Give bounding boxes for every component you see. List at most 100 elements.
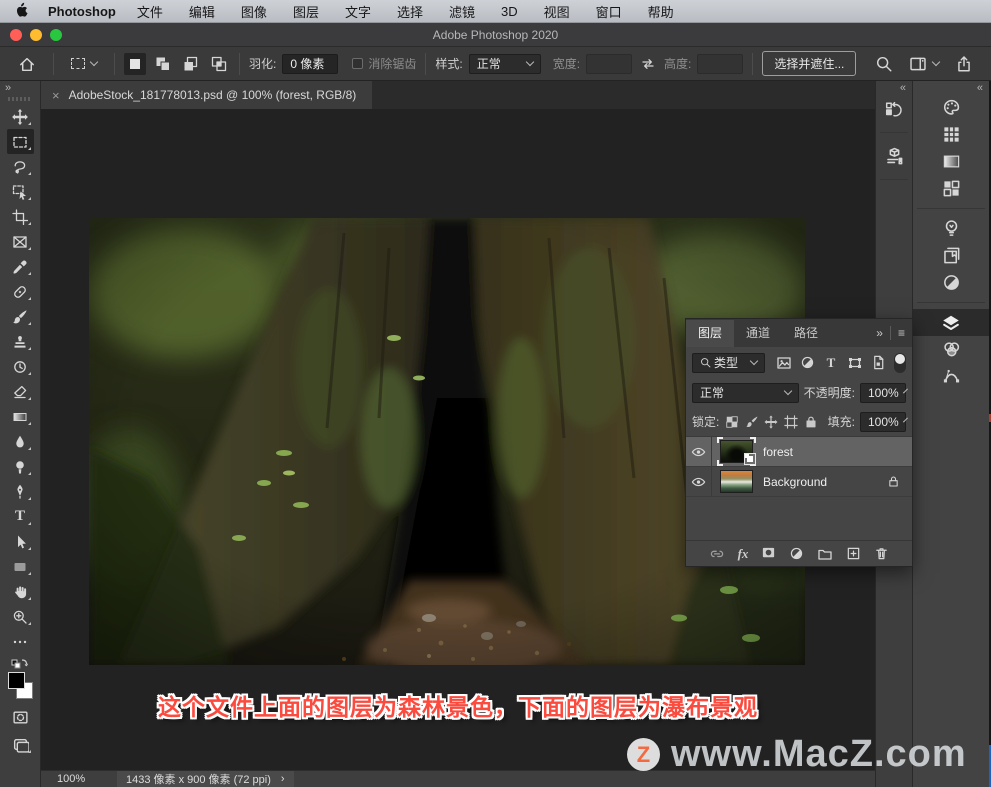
tool-zoom[interactable] xyxy=(7,604,34,629)
layer-name[interactable]: Background xyxy=(763,475,827,489)
color-panel-icon[interactable] xyxy=(913,94,989,121)
tool-eyedropper[interactable] xyxy=(7,254,34,279)
tool-pen[interactable] xyxy=(7,479,34,504)
tool-rectangle[interactable] xyxy=(7,554,34,579)
new-group-icon[interactable] xyxy=(817,546,833,562)
lock-artboard-icon[interactable] xyxy=(784,414,799,429)
edit-toolbar-button[interactable] xyxy=(7,629,34,654)
menu-help[interactable]: 帮助 xyxy=(648,2,674,21)
tool-hand[interactable] xyxy=(7,579,34,604)
tool-blur[interactable] xyxy=(7,429,34,454)
search-icon[interactable] xyxy=(875,55,893,73)
layer-effects-icon[interactable]: fx xyxy=(738,546,749,562)
menu-image[interactable]: 图像 xyxy=(241,2,267,21)
menu-type[interactable]: 文字 xyxy=(345,2,371,21)
tool-lasso[interactable] xyxy=(7,154,34,179)
collapse-dock-icon[interactable]: « xyxy=(900,82,906,93)
fill-dropdown[interactable]: 100% xyxy=(859,411,908,432)
antialias-checkbox-row[interactable]: 消除锯齿 xyxy=(352,55,416,72)
visibility-toggle[interactable] xyxy=(686,467,712,496)
gradients-panel-icon[interactable] xyxy=(913,148,989,175)
new-adjustment-layer-icon[interactable] xyxy=(789,546,804,561)
tool-gradient[interactable] xyxy=(7,404,34,429)
paths-panel-icon[interactable] xyxy=(913,363,989,390)
tool-crop[interactable] xyxy=(7,204,34,229)
share-icon[interactable] xyxy=(955,55,973,73)
zoom-level-field[interactable]: 100% xyxy=(57,773,117,785)
selection-mode-subtract[interactable] xyxy=(180,53,202,75)
app-menu-photoshop[interactable]: Photoshop xyxy=(48,4,116,19)
history-panel-icon[interactable] xyxy=(876,94,912,126)
filter-shape-layers-icon[interactable] xyxy=(845,355,864,371)
lock-transparent-pixels-icon[interactable] xyxy=(724,415,739,429)
menu-file[interactable]: 文件 xyxy=(137,2,163,21)
opacity-dropdown[interactable]: 100% xyxy=(860,382,908,403)
feather-input[interactable]: 0 像素 xyxy=(282,53,339,74)
menu-view[interactable]: 视图 xyxy=(544,2,570,21)
quick-mask-button[interactable] xyxy=(7,705,34,730)
layer-filter-type-dropdown[interactable]: 类型 xyxy=(692,352,765,373)
selection-mode-new[interactable] xyxy=(124,52,146,75)
lock-image-pixels-icon[interactable] xyxy=(744,415,759,429)
layer-thumbnail[interactable] xyxy=(717,437,756,466)
tool-eraser[interactable] xyxy=(7,379,34,404)
foreground-color-swatch[interactable] xyxy=(7,672,25,689)
menu-edit[interactable]: 编辑 xyxy=(189,2,215,21)
visibility-toggle[interactable] xyxy=(686,437,712,466)
height-input[interactable] xyxy=(697,53,744,74)
tab-channels[interactable]: 通道 xyxy=(734,320,782,347)
workspace-switcher-icon[interactable] xyxy=(909,55,941,73)
tool-preset-marquee[interactable] xyxy=(71,57,99,69)
selection-mode-add[interactable] xyxy=(152,53,174,75)
width-input[interactable] xyxy=(586,53,633,74)
adjustments-panel-icon[interactable] xyxy=(913,269,989,296)
document-info[interactable]: 1433 像素 x 900 像素 (72 ppi) › xyxy=(117,770,294,787)
lock-all-icon[interactable] xyxy=(804,415,819,429)
style-dropdown[interactable]: 正常 xyxy=(468,53,541,74)
tool-dodge[interactable] xyxy=(7,454,34,479)
blend-mode-dropdown[interactable]: 正常 xyxy=(692,382,799,403)
lock-position-icon[interactable] xyxy=(764,414,779,429)
tool-type[interactable]: T xyxy=(7,504,34,529)
3d-panel-icon[interactable] xyxy=(876,139,912,173)
patterns-panel-icon[interactable] xyxy=(913,175,989,202)
layer-row-background[interactable]: Background xyxy=(686,467,912,497)
collapse-dock-icon[interactable]: « xyxy=(977,82,983,93)
filter-smart-objects-icon[interactable] xyxy=(869,355,888,370)
antialias-checkbox[interactable] xyxy=(352,58,364,69)
menu-select[interactable]: 选择 xyxy=(397,2,423,21)
tool-spot-healing[interactable] xyxy=(7,279,34,304)
default-swap-colors-icon[interactable] xyxy=(11,656,29,669)
filter-type-layers-icon[interactable]: T xyxy=(822,356,841,369)
filter-adjustment-layers-icon[interactable] xyxy=(798,355,817,370)
tab-paths[interactable]: 路径 xyxy=(782,320,830,347)
libraries-panel-icon[interactable] xyxy=(913,242,989,269)
layer-row-forest[interactable]: forest xyxy=(686,437,912,467)
screen-mode-button[interactable] xyxy=(7,732,34,757)
tool-move[interactable] xyxy=(7,104,34,129)
swatches-panel-icon[interactable] xyxy=(913,121,989,148)
toolbar-expand-icon[interactable]: » xyxy=(0,81,16,94)
tool-brush[interactable] xyxy=(7,304,34,329)
menu-window[interactable]: 窗口 xyxy=(596,2,622,21)
tool-frame[interactable] xyxy=(7,229,34,254)
foreground-background-swatches[interactable] xyxy=(7,672,34,699)
background-lock-icon[interactable] xyxy=(887,475,900,488)
channels-panel-icon[interactable] xyxy=(913,336,989,363)
menu-3d[interactable]: 3D xyxy=(501,4,518,19)
tool-object-selection[interactable] xyxy=(7,179,34,204)
status-chevron-icon[interactable]: › xyxy=(281,773,285,785)
new-layer-icon[interactable] xyxy=(846,546,861,561)
panel-menu-icon[interactable]: ≡ xyxy=(898,326,905,340)
tab-layers[interactable]: 图层 xyxy=(686,319,735,347)
document-tab[interactable]: × AdobeStock_181778013.psd @ 100% (fores… xyxy=(41,81,373,109)
layer-thumbnail[interactable] xyxy=(718,469,755,494)
delete-layer-icon[interactable] xyxy=(874,546,889,561)
menu-filter[interactable]: 滤镜 xyxy=(449,2,475,21)
toolbar-grip[interactable] xyxy=(8,97,32,101)
tool-path-selection[interactable] xyxy=(7,529,34,554)
layer-name[interactable]: forest xyxy=(763,445,793,459)
selection-mode-intersect[interactable] xyxy=(208,53,230,75)
tool-rectangular-marquee[interactable] xyxy=(6,129,34,154)
select-and-mask-button[interactable]: 选择并遮住... xyxy=(762,51,857,76)
